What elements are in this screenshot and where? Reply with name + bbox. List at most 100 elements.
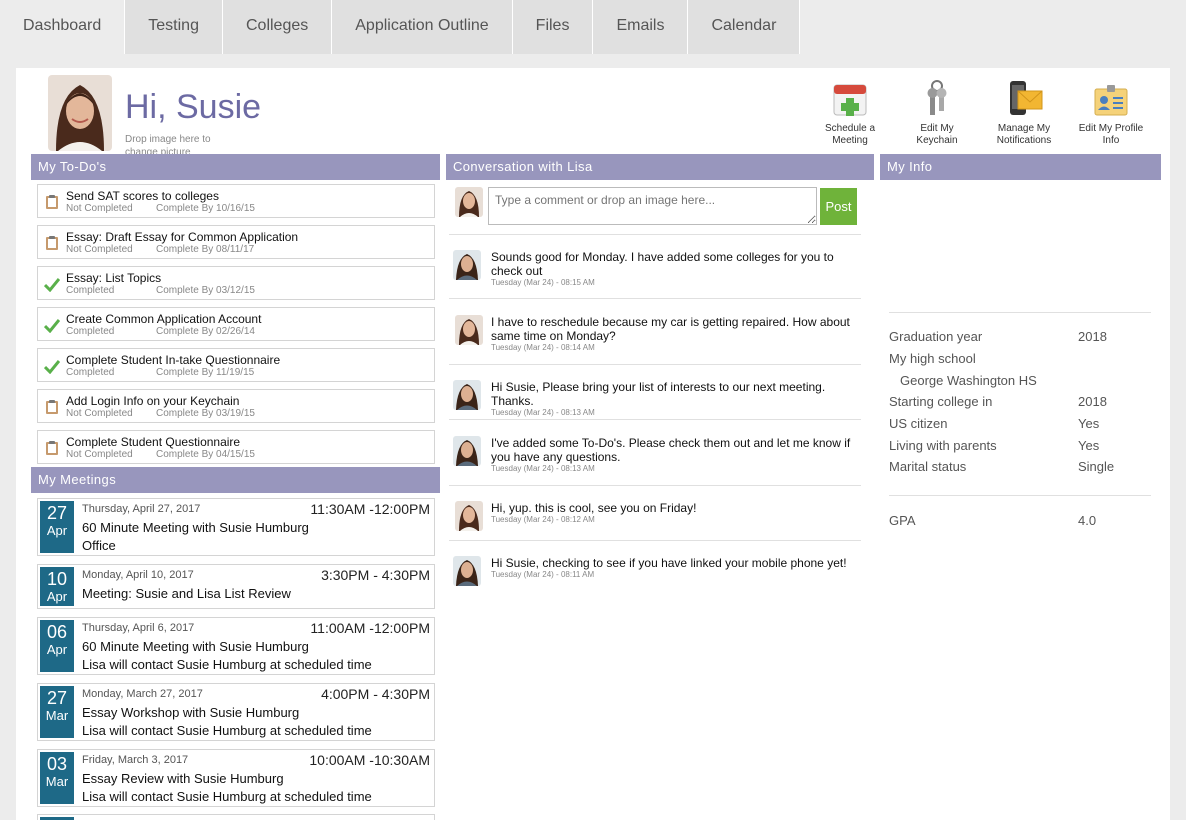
check-icon	[43, 276, 61, 293]
tab-testing[interactable]: Testing	[125, 0, 223, 54]
meeting-title: 60 Minute Meeting with Susie Humburg	[82, 639, 309, 654]
clipboard-icon	[44, 399, 60, 415]
todo-item[interactable]: Essay: List Topics Completed Complete By…	[37, 266, 435, 300]
message-item: Hi, yup. this is cool, see you on Friday…	[491, 501, 861, 525]
main-tabs: Dashboard Testing Colleges Application O…	[0, 0, 801, 54]
info-value: 2018	[1078, 394, 1107, 409]
meeting-note: Lisa will contact Susie Humburg at sched…	[82, 657, 372, 672]
meeting-date-badge: 27 Apr	[40, 501, 74, 553]
meeting-item[interactable]: 27 Mar Monday, March 27, 2017 4:00PM - 4…	[37, 683, 435, 741]
profile-avatar[interactable]	[48, 75, 112, 151]
todo-due-date: Complete By 03/19/15	[156, 408, 255, 419]
meeting-time: 11:30AM -12:00PM	[310, 501, 430, 517]
meeting-note: Lisa will contact Susie Humburg at sched…	[82, 789, 372, 804]
todo-item[interactable]: Add Login Info on your Keychain Not Comp…	[37, 389, 435, 423]
tab-application-outline[interactable]: Application Outline	[332, 0, 513, 54]
check-icon	[43, 317, 61, 334]
meeting-location: Office	[82, 538, 116, 553]
post-button[interactable]: Post	[820, 188, 857, 225]
meeting-item[interactable]: 03 Mar Friday, March 3, 2017 10:00AM -10…	[37, 749, 435, 807]
schedule-meeting-button[interactable]: Schedule a Meeting	[815, 79, 885, 147]
meeting-month: Apr	[46, 523, 68, 538]
message-text: Hi, yup. this is cool, see you on Friday…	[491, 501, 697, 515]
keychain-icon	[917, 79, 957, 119]
divider	[449, 540, 861, 541]
gpa-value: 4.0	[1078, 513, 1097, 528]
todo-due-date: Complete By 04/15/15	[156, 449, 255, 460]
todo-title: Send SAT scores to colleges	[66, 189, 219, 203]
meeting-date: Thursday, April 27, 2017	[82, 503, 201, 515]
message-item: I have to reschedule because my car is g…	[491, 315, 861, 353]
message-text: Hi Susie, Please bring your list of inte…	[491, 380, 826, 408]
edit-keychain-label: Edit My Keychain	[916, 123, 958, 146]
tab-files[interactable]: Files	[512, 0, 594, 54]
meeting-item[interactable]: 06 Apr Thursday, April 6, 2017 11:00AM -…	[37, 617, 435, 675]
message-time: Tuesday (Mar 24) - 08:13 AM	[491, 464, 595, 473]
info-label: My high school	[889, 351, 976, 366]
info-value: 2018	[1078, 329, 1107, 344]
divider	[449, 419, 861, 420]
todo-status: Completed	[66, 285, 115, 296]
todo-due-date: Complete By 08/11/17	[156, 244, 255, 255]
info-label: Living with parents	[889, 438, 997, 453]
notification-icon	[1004, 79, 1044, 119]
meeting-time: 3:30PM - 4:30PM	[321, 567, 430, 583]
tab-calendar[interactable]: Calendar	[688, 0, 801, 54]
susie-avatar	[455, 501, 483, 531]
todo-title: Create Common Application Account	[66, 312, 262, 326]
todo-due-date: Complete By 10/16/15	[156, 203, 255, 214]
comment-input[interactable]	[488, 187, 817, 225]
meeting-date: Thursday, April 6, 2017	[82, 622, 195, 634]
todos-heading: My To-Do's	[31, 154, 440, 180]
lisa-avatar	[453, 380, 481, 410]
meeting-note: Lisa will contact Susie Humburg at sched…	[82, 723, 372, 738]
meeting-day: 06	[46, 622, 68, 642]
edit-keychain-button[interactable]: Edit My Keychain	[902, 79, 972, 147]
meeting-day: 27	[46, 688, 68, 708]
edit-profile-button[interactable]: Edit My Profile Info	[1076, 79, 1146, 147]
clipboard-icon	[44, 235, 60, 251]
todo-status: Completed	[66, 326, 115, 337]
manage-notifications-button[interactable]: Manage My Notifications	[989, 79, 1059, 147]
todo-due-date: Complete By 02/26/14	[156, 326, 255, 337]
todo-item[interactable]: Essay: Draft Essay for Common Applicatio…	[37, 225, 435, 259]
todo-item[interactable]: Complete Student In-take Questionnaire C…	[37, 348, 435, 382]
meeting-date-badge: 10 Apr	[40, 567, 74, 606]
meeting-day: 27	[46, 503, 68, 523]
message-item: Hi Susie, checking to see if you have li…	[491, 556, 861, 580]
meeting-item-partial	[37, 814, 435, 820]
drop-image-hint: Drop image here to change picture	[125, 134, 211, 155]
susie-avatar	[455, 315, 483, 345]
lisa-avatar	[453, 556, 481, 586]
calendar-add-icon	[830, 79, 870, 119]
meeting-time: 11:00AM -12:00PM	[310, 620, 430, 636]
todo-title: Complete Student In-take Questionnaire	[66, 353, 281, 367]
tab-dashboard[interactable]: Dashboard	[0, 0, 126, 54]
info-value: Single	[1078, 459, 1115, 474]
message-time: Tuesday (Mar 24) - 08:13 AM	[491, 408, 595, 417]
divider	[889, 495, 1151, 496]
message-time: Tuesday (Mar 24) - 08:12 AM	[491, 515, 595, 524]
message-text: Sounds good for Monday. I have added som…	[491, 250, 834, 278]
info-label: Starting college in	[889, 394, 993, 409]
schedule-meeting-label: Schedule a Meeting	[824, 123, 876, 146]
todo-item[interactable]: Create Common Application Account Comple…	[37, 307, 435, 341]
meeting-title: 60 Minute Meeting with Susie Humburg	[82, 520, 309, 535]
tab-colleges[interactable]: Colleges	[222, 0, 333, 54]
divider	[449, 234, 861, 235]
message-time: Tuesday (Mar 24) - 08:11 AM	[491, 570, 595, 579]
todo-item[interactable]: Send SAT scores to colleges Not Complete…	[37, 184, 435, 218]
info-value-school: George Washington HS	[900, 373, 1037, 388]
info-label: Marital status	[889, 459, 967, 474]
todo-due-date: Complete By 03/12/15	[156, 285, 255, 296]
meeting-item[interactable]: 10 Apr Monday, April 10, 2017 3:30PM - 4…	[37, 564, 435, 609]
tab-emails[interactable]: Emails	[593, 0, 689, 54]
meeting-title: Essay Review with Susie Humburg	[82, 771, 284, 786]
divider	[449, 298, 861, 299]
todo-status: Not Completed	[66, 203, 133, 214]
meeting-month: Apr	[46, 589, 68, 604]
meeting-date-badge: 06 Apr	[40, 620, 74, 672]
todo-item[interactable]: Complete Student Questionnaire Not Compl…	[37, 430, 435, 464]
meeting-item[interactable]: 27 Apr Thursday, April 27, 2017 11:30AM …	[37, 498, 435, 556]
todo-status: Not Completed	[66, 449, 133, 460]
